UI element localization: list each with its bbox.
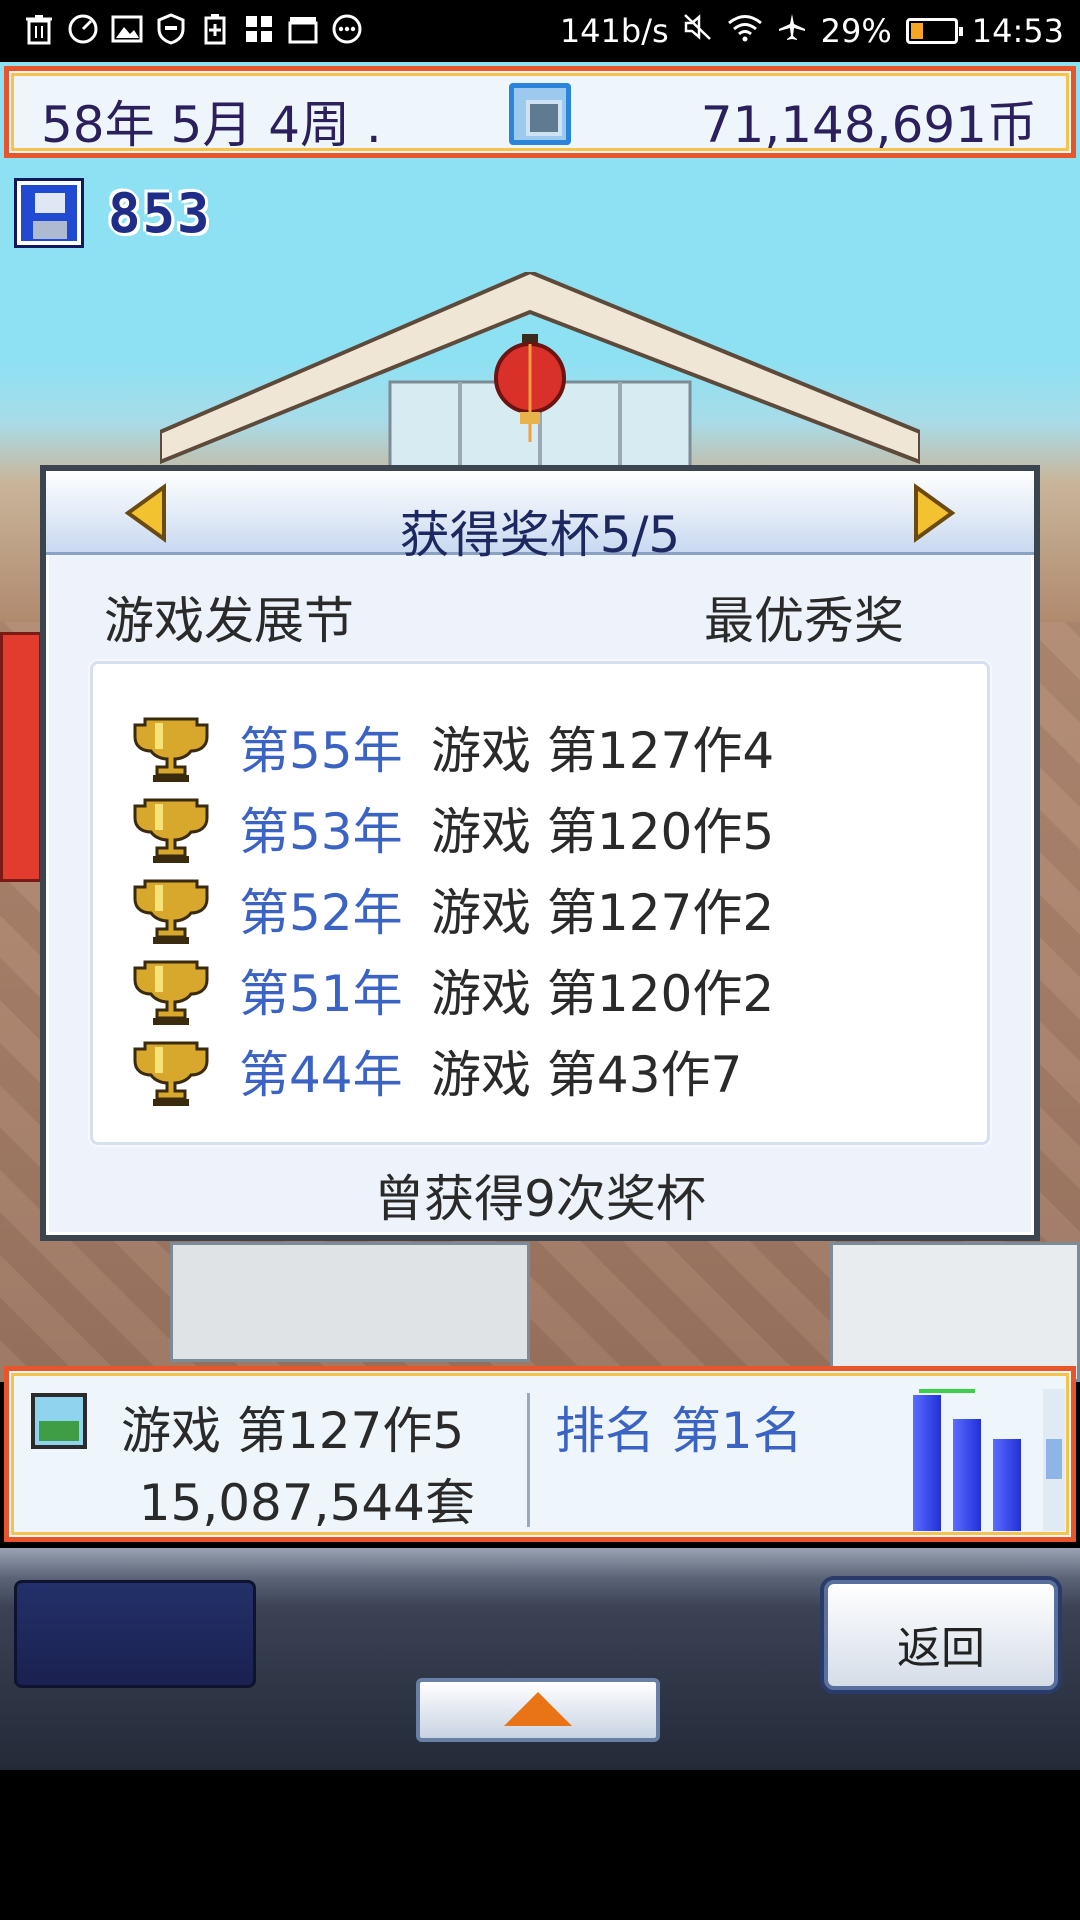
airplane-icon (777, 12, 807, 50)
event-name: 游戏发展节 (104, 592, 354, 650)
trophy-year: 第51年 (239, 964, 403, 1023)
trophy-icon (133, 798, 209, 863)
divider (527, 1393, 530, 1527)
back-button-label: 返回 (897, 1623, 985, 1674)
clapper-icon (286, 12, 320, 46)
research-points: 853 (108, 182, 212, 245)
expand-up-button[interactable] (416, 1678, 660, 1742)
trophy-row: 第55年 游戏 第127作4 (133, 706, 774, 787)
game-cartridge-icon (31, 1393, 87, 1449)
scrollbar[interactable] (1043, 1389, 1065, 1531)
money-counter: 71,148,691币 (700, 96, 1037, 154)
dialog-header: 获得奖杯5/5 (46, 471, 1034, 564)
trophy-row: 第51年 游戏 第120作2 (133, 949, 774, 1030)
battery-fill (910, 23, 923, 39)
network-speed: 141b/s (559, 12, 669, 50)
trash-icon (22, 12, 56, 46)
trophy-year: 第55年 (239, 721, 403, 780)
game-rank: 排名 第1名 (555, 1402, 803, 1460)
game-info-bar[interactable]: 游戏 第127作5 15,087,544套 排名 第1名 (4, 1366, 1076, 1542)
wifi-icon (727, 12, 763, 50)
top-hud: 58年 5月 4周 . 71,148,691币 (4, 66, 1076, 158)
notification-icons (22, 12, 364, 46)
trophy-dialog: 获得奖杯5/5 游戏发展节 最优秀奖 第55年 游戏 第127作4 第53年 游… (40, 465, 1040, 1241)
trophy-list: 第55年 游戏 第127作4 第53年 游戏 第120作5 第52年 游戏 第1… (133, 706, 774, 1111)
more-dots-icon (330, 12, 364, 46)
battery-saver-icon (198, 12, 232, 46)
mute-icon (683, 12, 713, 50)
trophy-year: 第52年 (239, 883, 403, 942)
sales-bar-graph (913, 1389, 1033, 1531)
up-arrow-icon (504, 1692, 572, 1726)
peak-marker (919, 1389, 975, 1393)
trophy-total: 曾获得9次奖杯 (374, 1170, 706, 1228)
status-bar: 141b/s 29% 14:53 (0, 0, 1080, 62)
trophy-row: 第53年 游戏 第120作5 (133, 787, 774, 868)
trophy-game: 游戏 第127作4 (431, 721, 775, 780)
image-icon (110, 12, 144, 46)
sales-bar (913, 1395, 941, 1531)
menu-panel-button[interactable] (14, 1580, 256, 1688)
game-date: 58年 5月 4周 . (41, 96, 382, 154)
trophy-icon (133, 1041, 209, 1106)
game-sales: 15,087,544套 (138, 1474, 475, 1532)
trophy-icon (133, 879, 209, 944)
disk-body (21, 185, 77, 241)
battery-icon (905, 18, 963, 44)
trophy-game: 游戏 第43作7 (431, 1045, 743, 1104)
control-strip: 返回 (0, 1548, 1080, 1770)
trophy-year: 第53年 (239, 802, 403, 861)
battery-percent: 29% (820, 12, 892, 50)
speed-check-icon (66, 12, 100, 46)
disk-slot (33, 221, 67, 239)
trophy-icon (133, 717, 209, 782)
trophy-list-box: 第55年 游戏 第127作4 第53年 游戏 第120作5 第52年 游戏 第1… (90, 661, 990, 1145)
status-right: 141b/s 29% 14:53 (560, 8, 1064, 54)
trophy-game: 游戏 第120作5 (431, 802, 775, 861)
game-title: 游戏 第127作5 (121, 1402, 465, 1460)
back-button[interactable]: 返回 (824, 1580, 1058, 1690)
trophy-game: 游戏 第120作2 (431, 964, 775, 1023)
apps-icon (242, 12, 276, 46)
next-arrow-icon[interactable] (912, 483, 956, 543)
trophy-icon (133, 960, 209, 1025)
trophy-year: 第44年 (239, 1045, 403, 1104)
trophy-game: 游戏 第127作2 (431, 883, 775, 942)
red-lantern-icon (494, 334, 566, 442)
trophy-row: 第52年 游戏 第127作2 (133, 868, 774, 949)
trophy-row: 第44年 游戏 第43作7 (133, 1030, 774, 1111)
bookshelf (830, 1242, 1080, 1382)
disk-label (35, 193, 65, 213)
camera-icon[interactable] (509, 83, 571, 145)
clock: 14:53 (971, 12, 1064, 50)
vending-machine (0, 632, 42, 882)
floppy-disk-icon[interactable] (14, 178, 84, 248)
shield-icon (154, 12, 188, 46)
sales-bar (993, 1439, 1021, 1531)
sales-bar (953, 1419, 981, 1531)
desk (170, 1242, 530, 1362)
dialog-title: 获得奖杯5/5 (399, 506, 681, 564)
award-name: 最优秀奖 (704, 592, 904, 650)
